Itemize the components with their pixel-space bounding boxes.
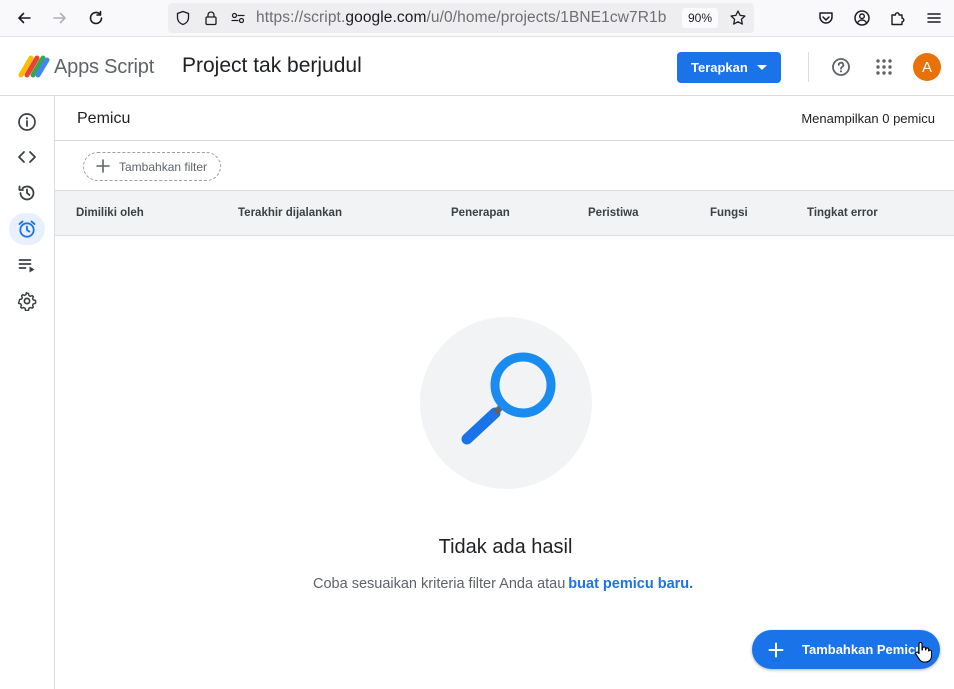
apps-script-logo-icon[interactable] [18,53,50,79]
divider [55,140,954,141]
rail-item-executions[interactable] [9,249,45,281]
deploy-button-label: Terapkan [691,60,748,75]
reload-icon [89,10,103,25]
empty-state-title: Tidak ada hasil [438,536,573,558]
account-circle-icon [854,10,870,26]
help-button[interactable] [829,55,853,79]
deploy-button[interactable]: Terapkan [677,52,781,83]
url-prefix: https://script. [256,9,346,26]
info-icon [18,113,36,131]
extensions-button[interactable] [886,6,910,30]
hand-cursor-icon [915,642,932,663]
column-last-run[interactable]: Terakhir dijalankan [238,207,342,219]
url-domain: google.com [345,9,427,26]
magnifier-icon [461,352,556,445]
reload-button[interactable] [84,6,108,30]
lock-icon[interactable] [202,9,220,27]
plus-icon [96,159,110,173]
empty-state-text: Coba sesuaikan kriteria filter Anda atau [313,576,566,592]
back-button[interactable] [12,6,36,30]
zoom-level-badge[interactable]: 90% [682,8,718,28]
table-header: Dimiliki oleh Terakhir dijalankan Penera… [55,190,954,236]
url-text[interactable]: https://script.google.com/u/0/home/proje… [256,9,676,27]
brand-name[interactable]: Apps Script [54,56,154,79]
create-trigger-link[interactable]: buat pemicu baru. [568,576,693,592]
puzzle-icon [891,12,905,26]
arrow-left-icon [18,12,31,24]
pocket-icon [819,12,833,24]
app-header: Apps Script Project tak berjudul Terapka… [0,38,954,96]
pocket-button[interactable] [814,6,838,30]
hamburger-menu-icon [927,13,941,23]
header-divider [808,52,809,82]
account-button[interactable] [850,6,874,30]
shield-icon[interactable] [174,9,192,27]
google-apps-button[interactable] [872,55,896,79]
rail-item-triggers[interactable] [9,213,45,245]
page-title: Pemicu [77,110,131,127]
plus-icon [768,642,784,658]
browser-menu-button[interactable] [922,6,946,30]
side-rail [0,96,55,689]
history-icon [18,185,35,201]
rail-item-settings[interactable] [9,285,45,317]
project-title[interactable]: Project tak berjudul [182,54,362,78]
arrow-right-icon [53,12,66,24]
gear-icon [17,291,37,311]
rail-item-history[interactable] [9,177,45,209]
bookmark-star-icon[interactable] [729,9,747,27]
forward-button[interactable] [48,6,72,30]
avatar[interactable]: A [913,53,941,81]
column-error-rate[interactable]: Tingkat error [807,207,878,219]
add-filter-button[interactable]: Tambahkan filter [83,152,221,181]
alarm-clock-icon [18,220,36,238]
column-function[interactable]: Fungsi [710,207,748,219]
empty-state-illustration [420,317,592,489]
code-icon [18,151,36,163]
site-permissions-icon[interactable] [229,9,247,27]
executions-icon [18,259,35,273]
column-owner[interactable]: Dimiliki oleh [76,207,144,219]
column-deployment[interactable]: Penerapan [451,207,510,219]
rail-item-editor[interactable] [9,141,45,173]
empty-state-description: Coba sesuaikan kriteria filter Anda atau… [313,576,693,592]
add-filter-label: Tambahkan filter [119,160,208,174]
help-icon [832,58,850,76]
browser-toolbar: https://script.google.com/u/0/home/proje… [0,0,954,37]
dropdown-caret-icon [757,65,767,70]
rail-item-overview[interactable] [9,106,45,138]
column-event[interactable]: Peristiwa [588,207,639,219]
apps-grid-icon [876,59,892,75]
url-path: /u/0/home/projects/1BNE1cw7R1b [426,9,667,26]
add-trigger-label: Tambahkan Pemicu [802,642,924,657]
url-bar[interactable]: https://script.google.com/u/0/home/proje… [168,3,754,33]
trigger-count: Menampilkan 0 pemicu [801,111,935,126]
add-trigger-button[interactable]: Tambahkan Pemicu [752,630,940,669]
